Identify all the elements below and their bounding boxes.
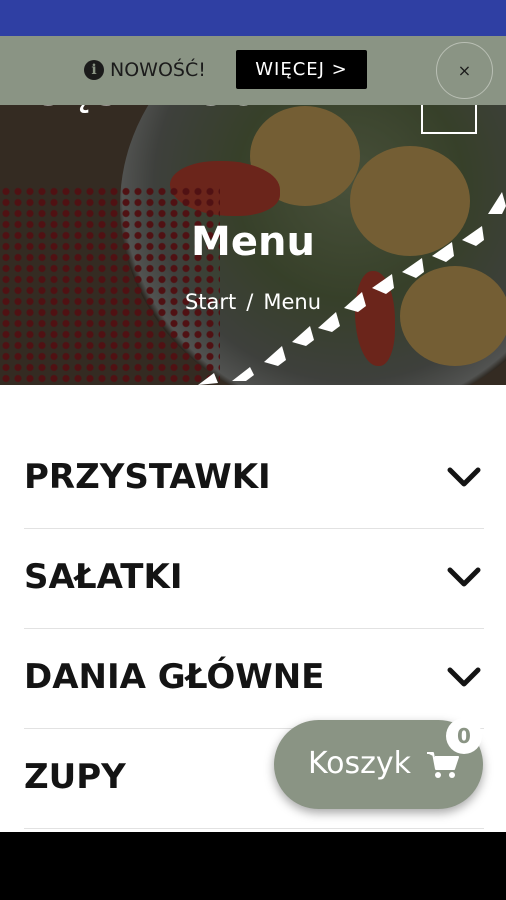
breadcrumb-current: Menu (263, 290, 322, 314)
chevron-down-icon (447, 567, 481, 587)
category-title: PRZYSTAWKI (24, 457, 271, 497)
announcement-label: NOWOŚĆ! (110, 59, 206, 81)
breadcrumb-home-link[interactable]: Start (185, 290, 236, 314)
announcement-bar: i NOWOŚĆ! WIĘCEJ > (0, 36, 506, 105)
category-title: SAŁATKI (24, 557, 183, 597)
cart-button[interactable]: Koszyk 0 (274, 718, 483, 809)
page-title: Menu (191, 219, 315, 265)
system-navigation-bar (0, 832, 506, 900)
category-title: ZUPY (24, 757, 126, 797)
close-announcement-button[interactable]: × (436, 42, 493, 99)
category-salatki[interactable]: SAŁATKI (24, 529, 484, 629)
screen: GĘSILEGO Menu Start/Menu i NOWOŚĆ! WIĘCE… (0, 0, 506, 900)
cart-count-badge: 0 (446, 718, 482, 754)
category-przystawki[interactable]: PRZYSTAWKI (24, 430, 484, 529)
breadcrumb-separator: / (246, 290, 254, 314)
info-icon: i (84, 60, 104, 80)
chevron-down-icon (447, 667, 481, 687)
more-button[interactable]: WIĘCEJ > (236, 50, 367, 89)
category-title: DANIA GŁÓWNE (24, 657, 325, 697)
shopping-cart-icon (427, 752, 459, 778)
cart-label: Koszyk (308, 746, 412, 781)
category-dania-glowne[interactable]: DANIA GŁÓWNE (24, 629, 484, 729)
system-status-bar (0, 0, 506, 36)
breadcrumb: Start / Menu (0, 289, 506, 315)
chevron-down-icon (447, 467, 481, 487)
